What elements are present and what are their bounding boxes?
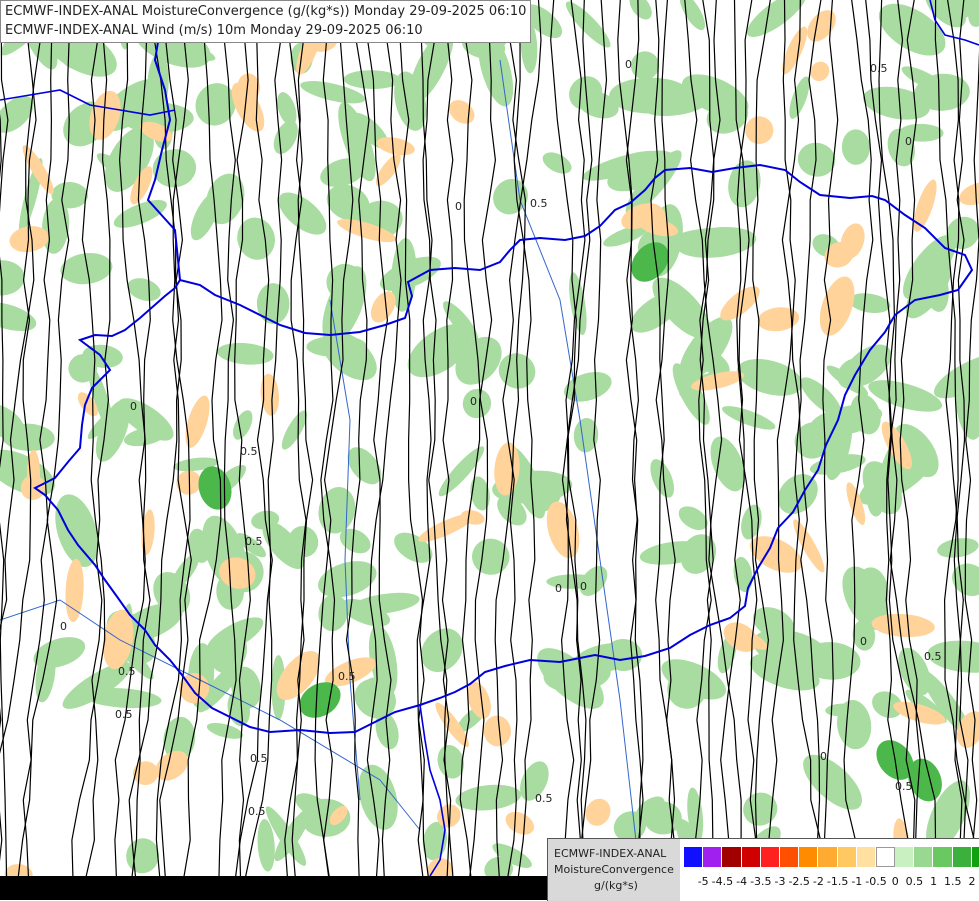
legend-tick-label: 1.5 <box>944 875 962 888</box>
legend-swatch <box>895 847 915 867</box>
contour-label: 0.5 <box>250 752 268 765</box>
legend-tick-label: -5 <box>697 875 709 888</box>
legend-tick-label: 1 <box>930 875 938 888</box>
contour-label: 0 <box>555 582 562 595</box>
contour-label: 0.5 <box>895 780 913 793</box>
legend-tick-label: -3 <box>774 875 786 888</box>
contour-label: 0.5 <box>115 708 133 721</box>
contour-label: 0 <box>625 58 632 71</box>
legend-swatch <box>875 847 896 867</box>
legend-swatch <box>779 847 800 867</box>
contour-label: 0 <box>820 750 827 763</box>
contour-label: 0.5 <box>535 792 553 805</box>
legend-tick-label: -2.5 <box>788 875 810 888</box>
legend-tick-label: -1.5 <box>826 875 849 888</box>
contour-label: 0.5 <box>530 197 548 210</box>
legend-tick-label: -1 <box>851 875 863 888</box>
legend-tick-label: -0.5 <box>865 875 887 888</box>
legend-swatches <box>684 847 979 867</box>
legend-parameter: MoistureConvergence <box>554 863 674 876</box>
contour-label: 0.5 <box>245 535 263 548</box>
contour-label: 0.5 <box>240 445 258 458</box>
legend-unit: g/(kg*s) <box>594 879 638 892</box>
legend-caption: ECMWF-INDEX-ANAL MoistureConvergence g/(… <box>548 839 680 901</box>
legend-swatch <box>971 847 979 867</box>
legend-swatch <box>722 847 742 867</box>
title-wind: ECMWF-INDEX-ANAL Wind (m/s) 10m Monday 2… <box>5 23 423 38</box>
contour-label: 0 <box>470 395 477 408</box>
legend-swatch <box>818 847 838 867</box>
contour-label: 0.5 <box>248 805 266 818</box>
legend-swatch <box>933 847 953 867</box>
contour-label: 0 <box>455 200 462 213</box>
legend-swatch <box>760 847 780 867</box>
contour-label: 0 <box>580 580 587 593</box>
map-canvas: 0.50.50.50.50.50.50.50.50.50.50.50.50000… <box>0 0 979 900</box>
contour-label: 0 <box>130 400 137 413</box>
contour-label: 0.5 <box>118 665 136 678</box>
colorbar-legend: ECMWF-INDEX-ANAL MoistureConvergence g/(… <box>547 838 979 901</box>
legend-tick-label: -3.5 <box>750 875 772 888</box>
legend-swatch <box>684 847 704 867</box>
legend-swatch <box>741 847 761 867</box>
contour-label: 0.5 <box>924 650 942 663</box>
legend-swatch <box>799 847 819 867</box>
contour-label: 0 <box>860 635 867 648</box>
legend-tick-label: -4.5 <box>711 875 734 888</box>
legend-ticks: -5 -4.5 -4 -3.5 -3 -2.5 -2 -1.5 -1 -0.5 0 0.5 1 1.5 2 <box>684 875 979 891</box>
title-moisture: ECMWF-INDEX-ANAL MoistureConvergence (g/… <box>5 4 527 19</box>
contour-label: 0.5 <box>338 670 356 683</box>
map-title-box: ECMWF-INDEX-ANAL MoistureConvergence (g/… <box>0 0 532 43</box>
legend-swatch <box>856 847 876 867</box>
legend-tick-label: -2 <box>812 875 824 888</box>
legend-swatch <box>837 847 857 867</box>
contour-label: 0 <box>905 135 912 148</box>
legend-tick-label: 0.5 <box>905 875 924 888</box>
contour-label: 0.5 <box>870 62 888 75</box>
legend-model: ECMWF-INDEX-ANAL <box>554 847 667 860</box>
legend-swatch <box>914 847 934 867</box>
legend-tick-label: 2 <box>968 875 976 888</box>
legend-tick-label: 0 <box>891 875 899 888</box>
footer-bar <box>0 876 547 900</box>
legend-swatch <box>703 847 723 867</box>
contour-label: 0 <box>60 620 67 633</box>
legend-swatch <box>952 847 972 867</box>
legend-tick-label: -4 <box>736 875 748 888</box>
